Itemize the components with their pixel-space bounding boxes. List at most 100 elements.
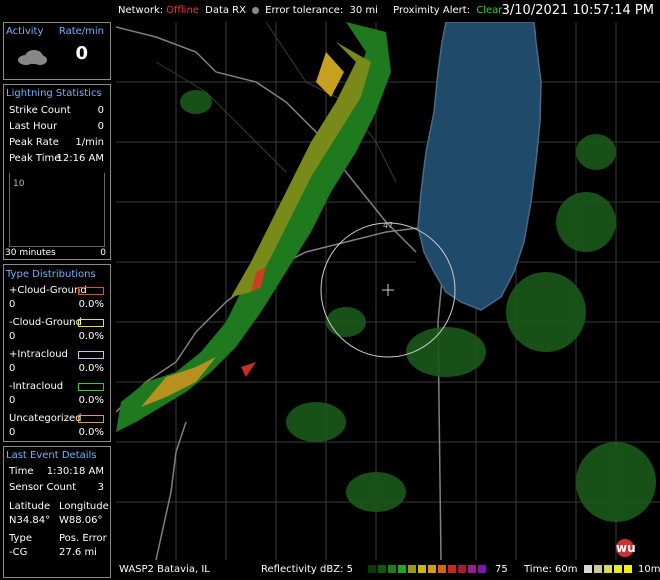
last-hour-row: Last Hour 0 — [9, 121, 104, 132]
strike-count-value: 0 — [97, 105, 104, 116]
reflectivity-swatch — [448, 565, 456, 573]
bottom-status-bar: WASP2 Batavia, IL Reflectivity dBZ: 5 75… — [116, 560, 660, 580]
proximity-status: Clear — [476, 5, 503, 16]
type-distribution-percent: 0.0% — [78, 363, 104, 374]
graph-x-end: 0 — [100, 248, 106, 258]
type-distribution-swatch — [78, 319, 104, 327]
type-distributions-panel: Type Distributions +Cloud-Ground 0 0.0% -Cl… — [3, 264, 111, 442]
time-swatch — [624, 565, 632, 573]
reflectivity-swatch — [408, 565, 416, 573]
type-distribution-swatch — [78, 415, 104, 423]
type-distribution-percent: 0.0% — [78, 299, 104, 310]
peak-time-label: Peak Time — [9, 153, 61, 164]
error-tolerance-label: Error tolerance: — [265, 5, 344, 16]
peak-rate-row: Peak Rate 1/min — [9, 137, 104, 148]
reflectivity-swatch — [418, 565, 426, 573]
last-event-title: Last Event Details — [6, 450, 97, 461]
lake-michigan — [417, 21, 542, 311]
last-event-panel: Last Event Details Time 1:30:18 AM Senso… — [3, 446, 111, 578]
event-time-row: Time 1:30:18 AM — [9, 466, 104, 477]
type-distribution-count: 0 — [9, 331, 16, 342]
type-distribution-percent: 0.0% — [78, 331, 104, 342]
time-legend-end: 10m — [638, 564, 660, 575]
reflectivity-swatch — [368, 565, 376, 573]
type-error-value-row: -CG 27.6 mi — [9, 547, 104, 558]
type-distribution-count: 0 — [9, 299, 16, 310]
network-status: Offline — [166, 5, 199, 16]
strike-count-row: Strike Count 0 — [9, 105, 104, 116]
sensor-count-value: 3 — [97, 482, 104, 493]
event-type-value: -CG — [9, 547, 28, 558]
type-error-label-row: Type Pos. Error — [9, 533, 107, 544]
network-label: Network: — [118, 5, 164, 16]
latitude-value: N34.84° — [9, 515, 51, 526]
reflectivity-swatch — [478, 565, 486, 573]
type-distribution-values: 0 0.0% — [9, 427, 104, 438]
longitude-label: Longitude — [59, 501, 109, 512]
proximity-label: Proximity Alert: — [393, 5, 471, 16]
radar-map-svg: 47 wu — [115, 21, 660, 561]
reflectivity-swatch — [398, 565, 406, 573]
type-distribution-values: 0 0.0% — [9, 331, 104, 342]
graph-x-label: 30 minutes — [5, 248, 56, 258]
range-ring-label: 47 — [383, 221, 393, 230]
event-time-label: Time — [9, 466, 34, 477]
graph-y-label: 10 — [13, 179, 25, 189]
site-label: WASP2 Batavia, IL — [119, 564, 210, 575]
type-distribution-count: 0 — [9, 427, 16, 438]
sensor-count-label: Sensor Count — [9, 482, 77, 493]
pos-error-value: 27.6 mi — [59, 547, 97, 558]
type-distributions-title: Type Distributions — [6, 269, 96, 280]
radar-map[interactable]: 47 wu — [115, 21, 660, 561]
type-distribution-values: 0 0.0% — [9, 363, 104, 374]
time-legend-label: Time: 60m — [524, 564, 578, 575]
type-distribution-values: 0 0.0% — [9, 299, 104, 310]
reflectivity-swatch — [458, 565, 466, 573]
svg-text:wu: wu — [616, 541, 636, 555]
time-swatch — [594, 565, 602, 573]
rate-label: Rate/min — [58, 26, 104, 37]
type-distribution-swatch — [78, 383, 104, 391]
event-type-label: Type — [9, 533, 32, 544]
type-distribution-count: 0 — [9, 363, 16, 374]
last-hour-value: 0 — [97, 121, 104, 132]
storm-band — [116, 22, 391, 432]
time-swatch — [614, 565, 622, 573]
rate-value: 0 — [75, 43, 88, 64]
type-distribution-swatch — [78, 287, 104, 295]
reflectivity-swatch — [438, 565, 446, 573]
sidebar: Activity Rate/min 0 Lightning Statistics… — [0, 22, 112, 580]
pos-error-label: Pos. Error — [59, 533, 107, 544]
reflectivity-swatch — [428, 565, 436, 573]
coords-label-row: Latitude Longitude — [9, 501, 109, 512]
strike-count-label: Strike Count — [9, 105, 71, 116]
time-swatch — [604, 565, 612, 573]
data-rx-label: Data RX — [205, 5, 246, 16]
type-distribution-values: 0 0.0% — [9, 395, 104, 406]
coords-value-row: N34.84° W88.06° — [9, 515, 104, 526]
type-distribution-swatch — [78, 351, 104, 359]
reflectivity-swatch — [468, 565, 476, 573]
wu-logo: wu — [616, 539, 636, 557]
strike-rate-graph: 10 — [9, 173, 105, 247]
data-rx-indicator-icon — [251, 6, 259, 14]
type-distribution-percent: 0.0% — [78, 427, 104, 438]
reflectivity-max: 75 — [495, 564, 508, 575]
error-tolerance-value: 30 mi — [349, 5, 378, 16]
latitude-label: Latitude — [9, 501, 51, 512]
type-distribution-count: 0 — [9, 395, 16, 406]
peak-rate-value: 1/min — [75, 137, 104, 148]
lightning-statistics-panel: Lightning Statistics Strike Count 0 Last… — [3, 84, 111, 260]
activity-panel: Activity Rate/min 0 — [3, 22, 111, 80]
type-distribution-percent: 0.0% — [78, 395, 104, 406]
reflectivity-swatch — [388, 565, 396, 573]
time-swatch — [584, 565, 592, 573]
cloud-icon — [18, 50, 47, 65]
sensor-count-row: Sensor Count 3 — [9, 482, 104, 493]
last-hour-label: Last Hour — [9, 121, 58, 132]
reflectivity-swatch — [378, 565, 386, 573]
lightning-statistics-title: Lightning Statistics — [6, 88, 102, 99]
longitude-value: W88.06° — [59, 515, 103, 526]
activity-title: Activity — [6, 26, 44, 37]
peak-rate-label: Peak Rate — [9, 137, 59, 148]
